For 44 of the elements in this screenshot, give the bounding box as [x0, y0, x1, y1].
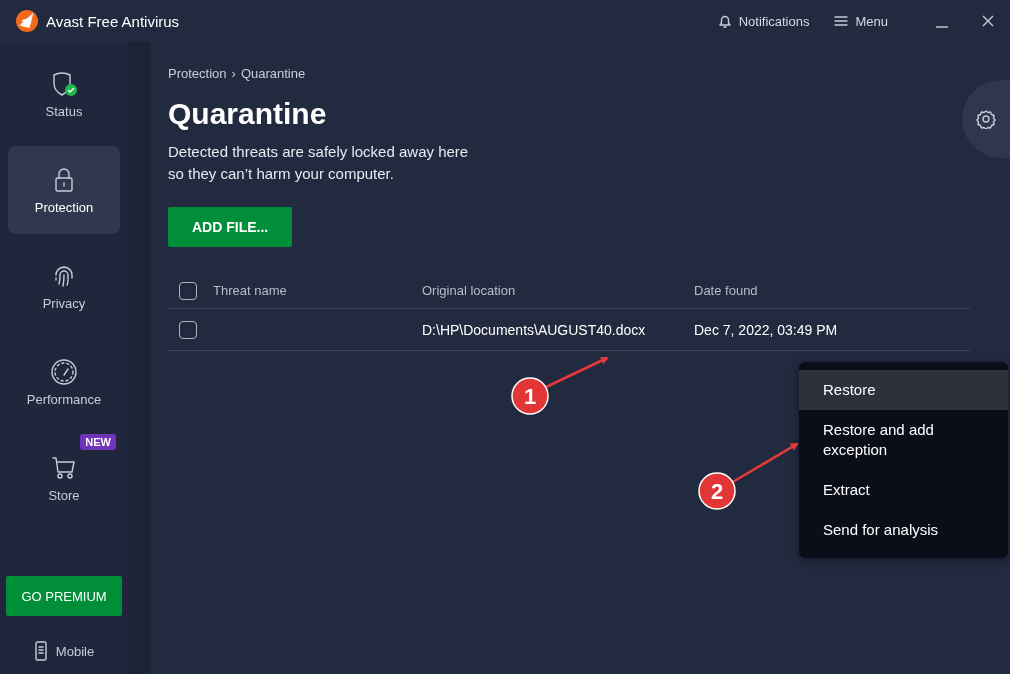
column-header: Original location	[422, 283, 517, 298]
menu-icon	[833, 13, 850, 29]
sidebar-item[interactable]: Performance	[8, 338, 120, 426]
menu-item[interactable]: Restore and add exception	[799, 410, 1008, 470]
sidebar-item[interactable]: Protection	[8, 146, 120, 234]
menu-item[interactable]: Restore	[799, 370, 1008, 410]
menu-item[interactable]: Send for analysis	[799, 510, 1008, 550]
breadcrumb-item[interactable]: Protection	[168, 66, 227, 81]
select-all-checkbox[interactable]	[179, 281, 197, 300]
annotation-marker	[511, 377, 549, 415]
breadcrumb-separator: ›	[231, 66, 236, 81]
minimize-icon	[936, 26, 948, 28]
column-header: Threat name	[213, 283, 288, 298]
mobile-link[interactable]: Mobile	[27, 640, 101, 662]
annotation-arrow	[730, 442, 799, 485]
go-premium-button[interactable]: GO PREMIUM	[6, 576, 122, 616]
page-description: Detected threats are safely locked away here so they can’t harm your computer.	[168, 142, 470, 184]
menu-button[interactable]: Menu	[833, 13, 888, 29]
row-checkbox[interactable]	[179, 320, 197, 339]
annotation-number: 1	[523, 384, 537, 409]
breadcrumb-item[interactable]: Quarantine	[240, 66, 306, 81]
sidebar-item[interactable]: Store NEW	[8, 434, 120, 522]
close-button[interactable]	[980, 13, 996, 29]
speedometer-icon	[50, 357, 78, 386]
sidebar-item[interactable]: Privacy	[8, 242, 120, 330]
sidebar-item[interactable]: Status	[8, 50, 120, 138]
column-header: Date found	[694, 283, 759, 298]
bell-icon	[716, 13, 733, 29]
close-icon	[980, 13, 996, 29]
window-title: Avast Free Antivirus	[46, 12, 180, 30]
annotation-number: 2	[710, 479, 724, 504]
annotation-arrow	[543, 356, 609, 390]
table-cell-text: Dec 7, 2022, 03:49 PM	[694, 321, 839, 338]
add-file-button[interactable]: ADD FILE...	[168, 207, 293, 247]
table-cell-text: D:\HP\Documents\AUGUST40.docx	[422, 321, 647, 338]
phone-icon	[33, 641, 48, 661]
shield-check-icon	[50, 69, 78, 98]
notifications-button[interactable]: Notifications	[716, 13, 810, 29]
gear-icon	[976, 109, 996, 129]
annotation-marker	[698, 472, 736, 510]
page-title: Quarantine	[168, 97, 328, 131]
menu-item[interactable]: Extract	[799, 470, 1008, 510]
new-badge: NEW	[80, 434, 116, 450]
app-logo	[16, 10, 38, 32]
